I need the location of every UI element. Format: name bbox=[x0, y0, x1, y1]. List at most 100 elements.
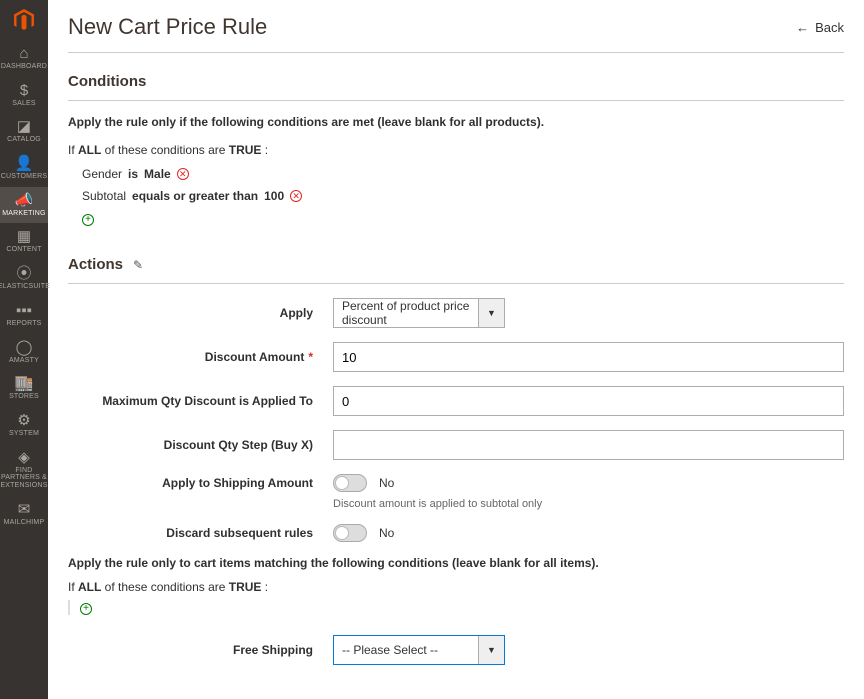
qty-step-row: Discount Qty Step (Buy X) bbox=[68, 430, 844, 460]
back-link[interactable]: ← Back bbox=[796, 20, 844, 35]
pencil-icon[interactable]: ✎ bbox=[133, 258, 143, 272]
condition-root: If ALL of these conditions are TRUE : bbox=[68, 143, 844, 157]
nav-label: FIND PARTNERS & EXTENSIONS bbox=[0, 467, 48, 490]
nav-label: SYSTEM bbox=[9, 430, 39, 438]
aggregator-true[interactable]: TRUE bbox=[229, 143, 262, 157]
aggregator-true[interactable]: TRUE bbox=[229, 580, 262, 594]
apply-shipping-label: Apply to Shipping Amount bbox=[68, 476, 333, 490]
condition-row: Gender is Male ✕ bbox=[82, 167, 844, 181]
nav-content[interactable]: ▦ CONTENT bbox=[0, 223, 48, 260]
mail-icon: ✉ bbox=[18, 502, 31, 517]
chevron-down-icon[interactable]: ▼ bbox=[478, 299, 504, 327]
catalog-icon: ◪ bbox=[17, 119, 31, 134]
condition-op[interactable]: equals or greater than bbox=[132, 189, 258, 203]
condition-value[interactable]: 100 bbox=[264, 189, 284, 203]
apply-shipping-toggle[interactable] bbox=[333, 474, 367, 492]
conditions-section-header[interactable]: Conditions bbox=[68, 73, 844, 101]
nav-label: STORES bbox=[9, 393, 39, 401]
items-conditions-helper: Apply the rule only to cart items matchi… bbox=[68, 556, 844, 570]
content-icon: ▦ bbox=[17, 229, 31, 244]
arrow-left-icon: ← bbox=[796, 20, 809, 35]
user-icon: 👤 bbox=[15, 156, 34, 171]
nav-label: REPORTS bbox=[6, 320, 41, 328]
condition-root: If ALL of these conditions are TRUE : bbox=[68, 580, 844, 594]
condition-value[interactable]: Male bbox=[144, 167, 171, 181]
back-label: Back bbox=[815, 20, 844, 35]
discard-rules-toggle[interactable] bbox=[333, 524, 367, 542]
max-qty-input[interactable] bbox=[333, 386, 844, 416]
free-shipping-label: Free Shipping bbox=[68, 643, 333, 657]
magento-logo[interactable] bbox=[0, 0, 48, 40]
aggregator-all[interactable]: ALL bbox=[78, 580, 101, 594]
condition-attr[interactable]: Gender bbox=[82, 167, 122, 181]
nav-system[interactable]: ⚙ SYSTEM bbox=[0, 407, 48, 444]
nav-label: CUSTOMERS bbox=[1, 173, 47, 181]
megaphone-icon: 📣 bbox=[15, 193, 34, 208]
nav-catalog[interactable]: ◪ CATALOG bbox=[0, 113, 48, 150]
discount-amount-label: Discount Amount* bbox=[68, 350, 333, 364]
condition-attr[interactable]: Subtotal bbox=[82, 189, 126, 203]
partners-icon: ◈ bbox=[18, 450, 30, 465]
conditions-block: Apply the rule only if the following con… bbox=[68, 115, 844, 226]
nav-marketing[interactable]: 📣 MARKETING bbox=[0, 187, 48, 224]
max-qty-label: Maximum Qty Discount is Applied To bbox=[68, 394, 333, 408]
nav-label: MAILCHIMP bbox=[4, 519, 45, 527]
discard-rules-row: Discard subsequent rules No bbox=[68, 524, 844, 542]
nav-mailchimp[interactable]: ✉ MAILCHIMP bbox=[0, 496, 48, 533]
divider bbox=[68, 52, 844, 53]
conditions-helper: Apply the rule only if the following con… bbox=[68, 115, 844, 129]
dashboard-icon: ⌂ bbox=[19, 46, 28, 61]
section-title: Conditions bbox=[68, 73, 146, 90]
dollar-icon: $ bbox=[20, 83, 28, 98]
free-shipping-select[interactable]: -- Please Select -- ▼ bbox=[333, 635, 505, 665]
main-content: New Cart Price Rule ← Back Conditions Ap… bbox=[48, 0, 864, 699]
free-shipping-row: Free Shipping -- Please Select -- ▼ bbox=[68, 635, 844, 665]
nav-customers[interactable]: 👤 CUSTOMERS bbox=[0, 150, 48, 187]
page-title: New Cart Price Rule bbox=[68, 14, 267, 40]
apply-shipping-helper: Discount amount is applied to subtotal o… bbox=[333, 498, 844, 510]
elastic-icon: ⦿ bbox=[16, 266, 31, 281]
nav-label: SALES bbox=[12, 100, 36, 108]
condition-op[interactable]: is bbox=[128, 167, 138, 181]
add-condition-icon[interactable]: + bbox=[80, 603, 92, 615]
add-condition-icon[interactable]: + bbox=[82, 214, 94, 226]
qty-step-input[interactable] bbox=[333, 430, 844, 460]
discard-rules-label: Discard subsequent rules bbox=[68, 526, 333, 540]
select-value: Percent of product price discount bbox=[334, 299, 478, 327]
nav-partners[interactable]: ◈ FIND PARTNERS & EXTENSIONS bbox=[0, 444, 48, 496]
remove-condition-icon[interactable]: ✕ bbox=[290, 190, 302, 202]
apply-row: Apply Percent of product price discount … bbox=[68, 298, 844, 328]
nav-amasty[interactable]: ◯ AMASTY bbox=[0, 334, 48, 371]
nav-label: CONTENT bbox=[6, 246, 41, 254]
apply-shipping-row: Apply to Shipping Amount No bbox=[68, 474, 844, 492]
toggle-value: No bbox=[379, 476, 394, 490]
nav-label: MARKETING bbox=[2, 210, 45, 218]
nav-label: CATALOG bbox=[7, 136, 41, 144]
discount-amount-input[interactable] bbox=[333, 342, 844, 372]
apply-label: Apply bbox=[68, 306, 333, 320]
stores-icon: 🏬 bbox=[15, 376, 34, 391]
page-header: New Cart Price Rule ← Back bbox=[68, 0, 844, 52]
discount-amount-row: Discount Amount* bbox=[68, 342, 844, 372]
admin-sidebar: ⌂ DASHBOARD $ SALES ◪ CATALOG 👤 CUSTOMERS 📣 M… bbox=[0, 0, 48, 699]
chevron-down-icon[interactable]: ▼ bbox=[478, 636, 504, 664]
nav-elasticsuite[interactable]: ⦿ ELASTICSUITE bbox=[0, 260, 48, 297]
gear-icon: ⚙ bbox=[17, 413, 30, 428]
aggregator-all[interactable]: ALL bbox=[78, 143, 101, 157]
amasty-icon: ◯ bbox=[16, 340, 33, 355]
nav-label: AMASTY bbox=[9, 357, 39, 365]
nav-sales[interactable]: $ SALES bbox=[0, 77, 48, 114]
select-value: -- Please Select -- bbox=[334, 636, 478, 664]
section-title: Actions bbox=[68, 256, 123, 273]
nav-label: DASHBOARD bbox=[1, 63, 47, 71]
bars-icon: ▪▪▪ bbox=[16, 303, 32, 318]
nav-dashboard[interactable]: ⌂ DASHBOARD bbox=[0, 40, 48, 77]
nav-label: ELASTICSUITE bbox=[0, 283, 50, 291]
max-qty-row: Maximum Qty Discount is Applied To bbox=[68, 386, 844, 416]
apply-select[interactable]: Percent of product price discount ▼ bbox=[333, 298, 505, 328]
nav-reports[interactable]: ▪▪▪ REPORTS bbox=[0, 297, 48, 334]
actions-section-header[interactable]: Actions ✎ bbox=[68, 256, 844, 284]
nav-stores[interactable]: 🏬 STORES bbox=[0, 370, 48, 407]
qty-step-label: Discount Qty Step (Buy X) bbox=[68, 438, 333, 452]
remove-condition-icon[interactable]: ✕ bbox=[177, 168, 189, 180]
